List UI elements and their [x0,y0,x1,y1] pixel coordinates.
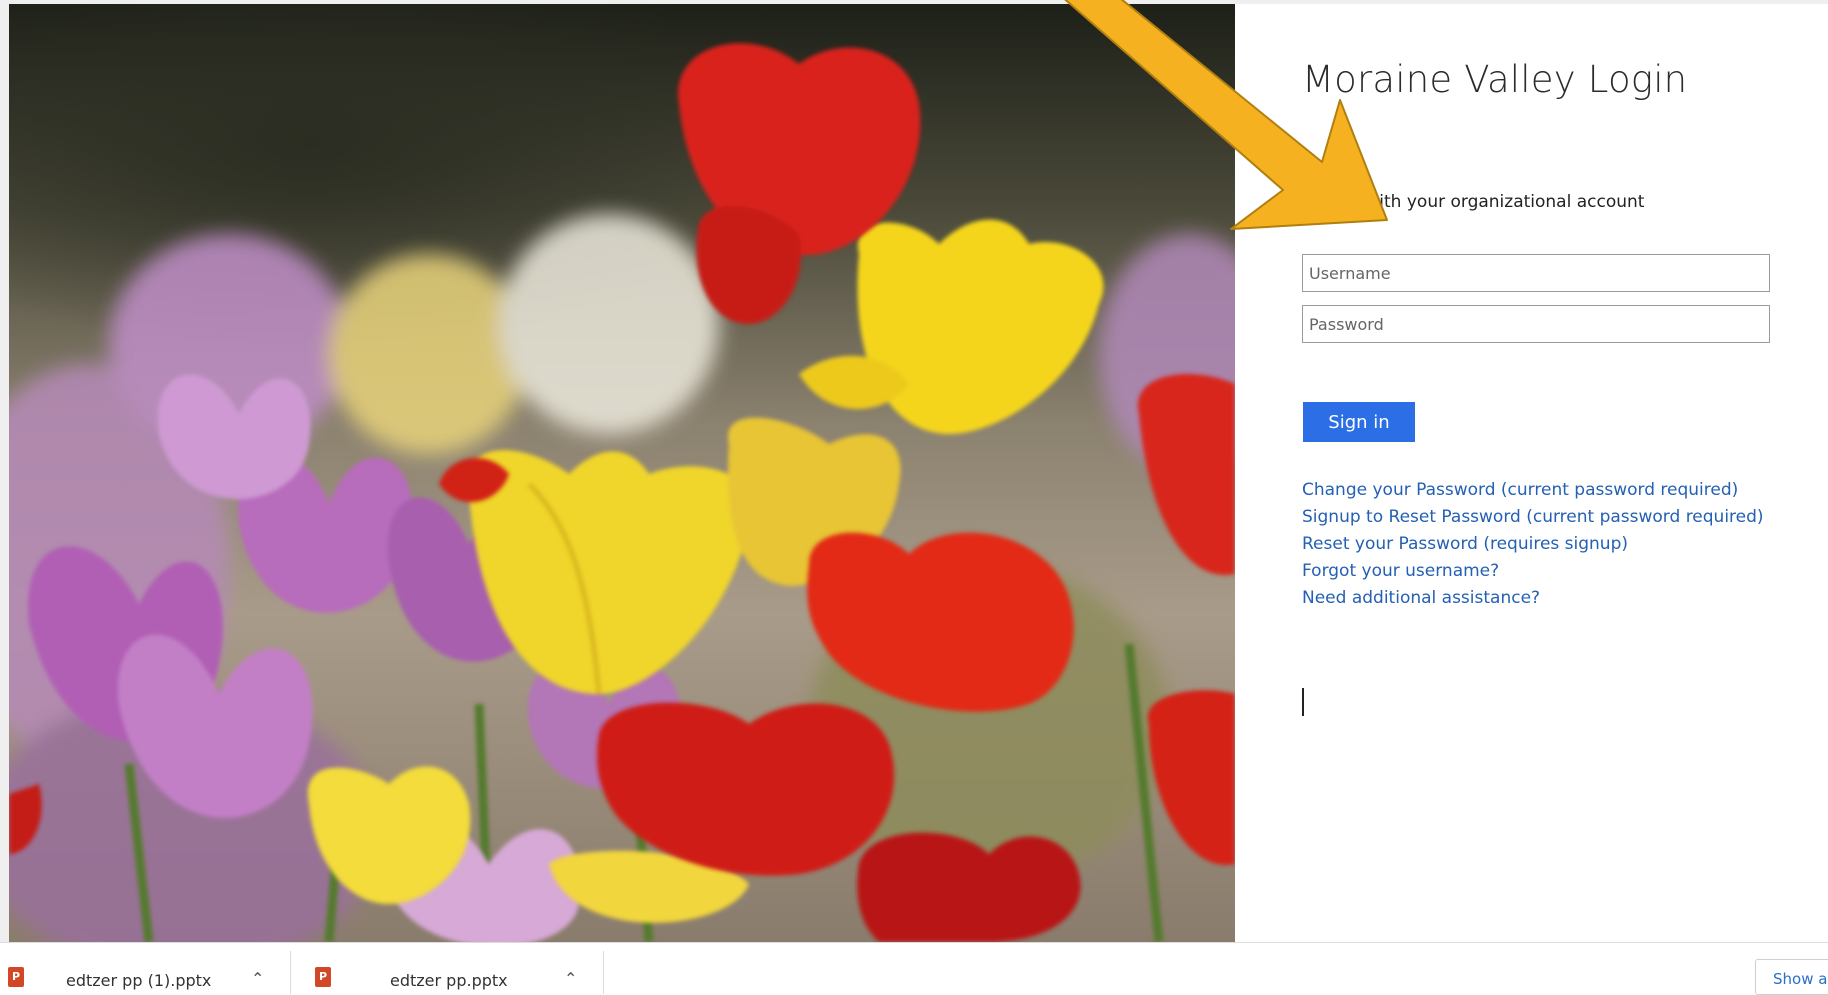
page-title: Moraine Valley Login [1302,58,1688,101]
powerpoint-file-icon: P [8,967,24,987]
sign-in-button[interactable]: Sign in [1303,402,1415,442]
text-cursor [1302,688,1304,716]
download-separator [290,951,291,994]
download-filename: edtzer pp (1).pptx [66,971,212,990]
download-bar: P edtzer pp (1).pptx ⌃ P edtzer pp.pptx … [0,942,1828,995]
download-separator [603,951,604,994]
tulip-background-image [9,4,1235,942]
additional-assistance-link[interactable]: Need additional assistance? [1302,585,1764,612]
username-input[interactable] [1302,254,1770,292]
login-panel [1235,4,1828,942]
download-filename: edtzer pp.pptx [390,971,508,990]
chevron-up-icon[interactable]: ⌃ [564,969,577,988]
window-frame-left [0,0,9,993]
reset-password-link[interactable]: Reset your Password (requires signup) [1302,531,1764,558]
login-subtitle: Sign in with your organizational account [1302,192,1645,212]
password-input[interactable] [1302,305,1770,343]
signup-reset-password-link[interactable]: Signup to Reset Password (current passwo… [1302,504,1764,531]
change-password-link[interactable]: Change your Password (current password r… [1302,477,1764,504]
chevron-up-icon[interactable]: ⌃ [251,969,264,988]
powerpoint-file-icon: P [315,967,331,987]
show-all-button[interactable]: Show all [1755,959,1828,995]
forgot-username-link[interactable]: Forgot your username? [1302,558,1764,585]
help-links: Change your Password (current password r… [1302,477,1764,612]
